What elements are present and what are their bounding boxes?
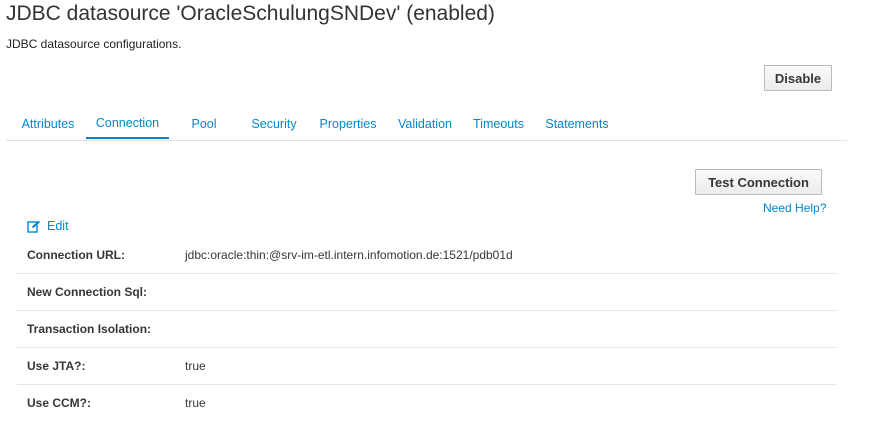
attribute-value: true [185, 396, 206, 410]
tab-pool[interactable]: Pool [186, 108, 222, 139]
edit-icon [27, 220, 41, 233]
connection-attributes: Connection URL: jdbc:oracle:thin:@srv-im… [17, 237, 837, 422]
tab-properties[interactable]: Properties [317, 108, 379, 139]
attribute-label: Use JTA?: [27, 359, 86, 373]
datasource-page: JDBC datasource 'OracleSchulungSNDev' (e… [0, 0, 896, 426]
attribute-row-use-jta: Use JTA?: true [17, 348, 837, 385]
tab-attributes[interactable]: Attributes [16, 108, 80, 139]
attribute-row-connection-url: Connection URL: jdbc:oracle:thin:@srv-im… [17, 237, 837, 274]
need-help-link[interactable]: Need Help? [763, 201, 826, 215]
attribute-row-new-connection-sql: New Connection Sql: [17, 274, 837, 311]
attribute-label: Transaction Isolation: [27, 322, 152, 336]
attribute-value: true [185, 359, 206, 373]
attribute-value: jdbc:oracle:thin:@srv-im-etl.intern.info… [185, 248, 513, 262]
tab-bar: Attributes Connection Pool Security Prop… [6, 108, 847, 141]
attribute-row-transaction-isolation: Transaction Isolation: [17, 311, 837, 348]
page-description: JDBC datasource configurations. [6, 37, 182, 51]
tab-timeouts[interactable]: Timeouts [471, 108, 526, 139]
tab-statements[interactable]: Statements [543, 108, 611, 139]
attribute-row-use-ccm: Use CCM?: true [17, 385, 837, 422]
attribute-label: Connection URL: [27, 248, 125, 262]
attribute-label: New Connection Sql: [27, 285, 147, 299]
edit-link[interactable]: Edit [27, 219, 69, 233]
tab-security[interactable]: Security [248, 108, 300, 139]
disable-button[interactable]: Disable [764, 65, 832, 91]
tab-connection[interactable]: Connection [86, 108, 169, 139]
tab-validation[interactable]: Validation [395, 108, 455, 139]
test-connection-button[interactable]: Test Connection [695, 169, 822, 195]
page-title: JDBC datasource 'OracleSchulungSNDev' (e… [6, 2, 495, 25]
attribute-label: Use CCM?: [27, 396, 92, 410]
edit-label: Edit [47, 219, 69, 233]
